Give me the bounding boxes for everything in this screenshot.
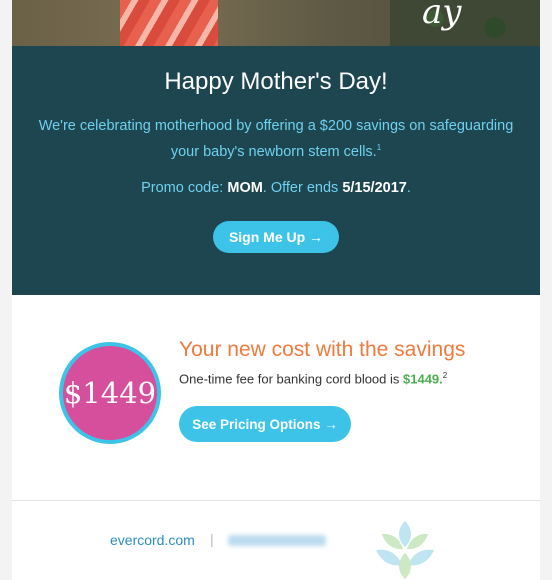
pricing-section: $1449 Your new cost with the savings One… <box>12 295 540 500</box>
promo-code-line: Promo code: MOM. Offer ends 5/15/2017. <box>12 180 540 196</box>
sign-me-up-button[interactable]: Sign Me Up → <box>213 221 339 253</box>
promo-code-label: Promo code: <box>141 180 228 196</box>
promo-body-text: We're celebrating motherhood by offering… <box>38 118 514 160</box>
promo-code-mid: . Offer ends <box>262 180 343 196</box>
promo-title: Happy Mother's Day! <box>164 68 388 95</box>
pricing-heading: Your new cost with the savings <box>179 338 466 361</box>
footer-separator: | <box>210 531 214 547</box>
evercord-link[interactable]: evercord.com <box>110 532 195 548</box>
blurred-footer-link <box>228 535 326 546</box>
pricing-footnote: 2 <box>442 371 448 380</box>
leaf-logo-icon <box>376 521 434 579</box>
hero-script-text: ay <box>422 0 462 32</box>
footer: evercord.com | <box>12 501 540 580</box>
hero-photo-leaves <box>390 0 540 46</box>
see-pricing-options-button[interactable]: See Pricing Options → <box>179 406 351 442</box>
pricing-fee-amount: $1449. <box>403 371 443 387</box>
pricing-fee-label: One-time fee for banking cord blood is <box>179 371 404 387</box>
price-badge: $1449 <box>59 342 161 444</box>
promo-footnote: 1 <box>376 143 382 152</box>
hero-photo: ay <box>12 0 540 46</box>
promo-body: We're celebrating motherhood by offering… <box>34 116 518 163</box>
hero-photo-dress <box>120 0 218 46</box>
promo-code-end: . <box>406 180 411 196</box>
promo-end-date: 5/15/2017 <box>342 180 407 196</box>
pricing-fee-text: One-time fee for banking cord blood is $… <box>179 371 447 386</box>
promo-banner: Happy Mother's Day! We're celebrating mo… <box>12 46 540 295</box>
promo-code: MOM <box>227 180 263 196</box>
email-frame: ay Happy Mother's Day! We're celebrating… <box>12 0 540 580</box>
